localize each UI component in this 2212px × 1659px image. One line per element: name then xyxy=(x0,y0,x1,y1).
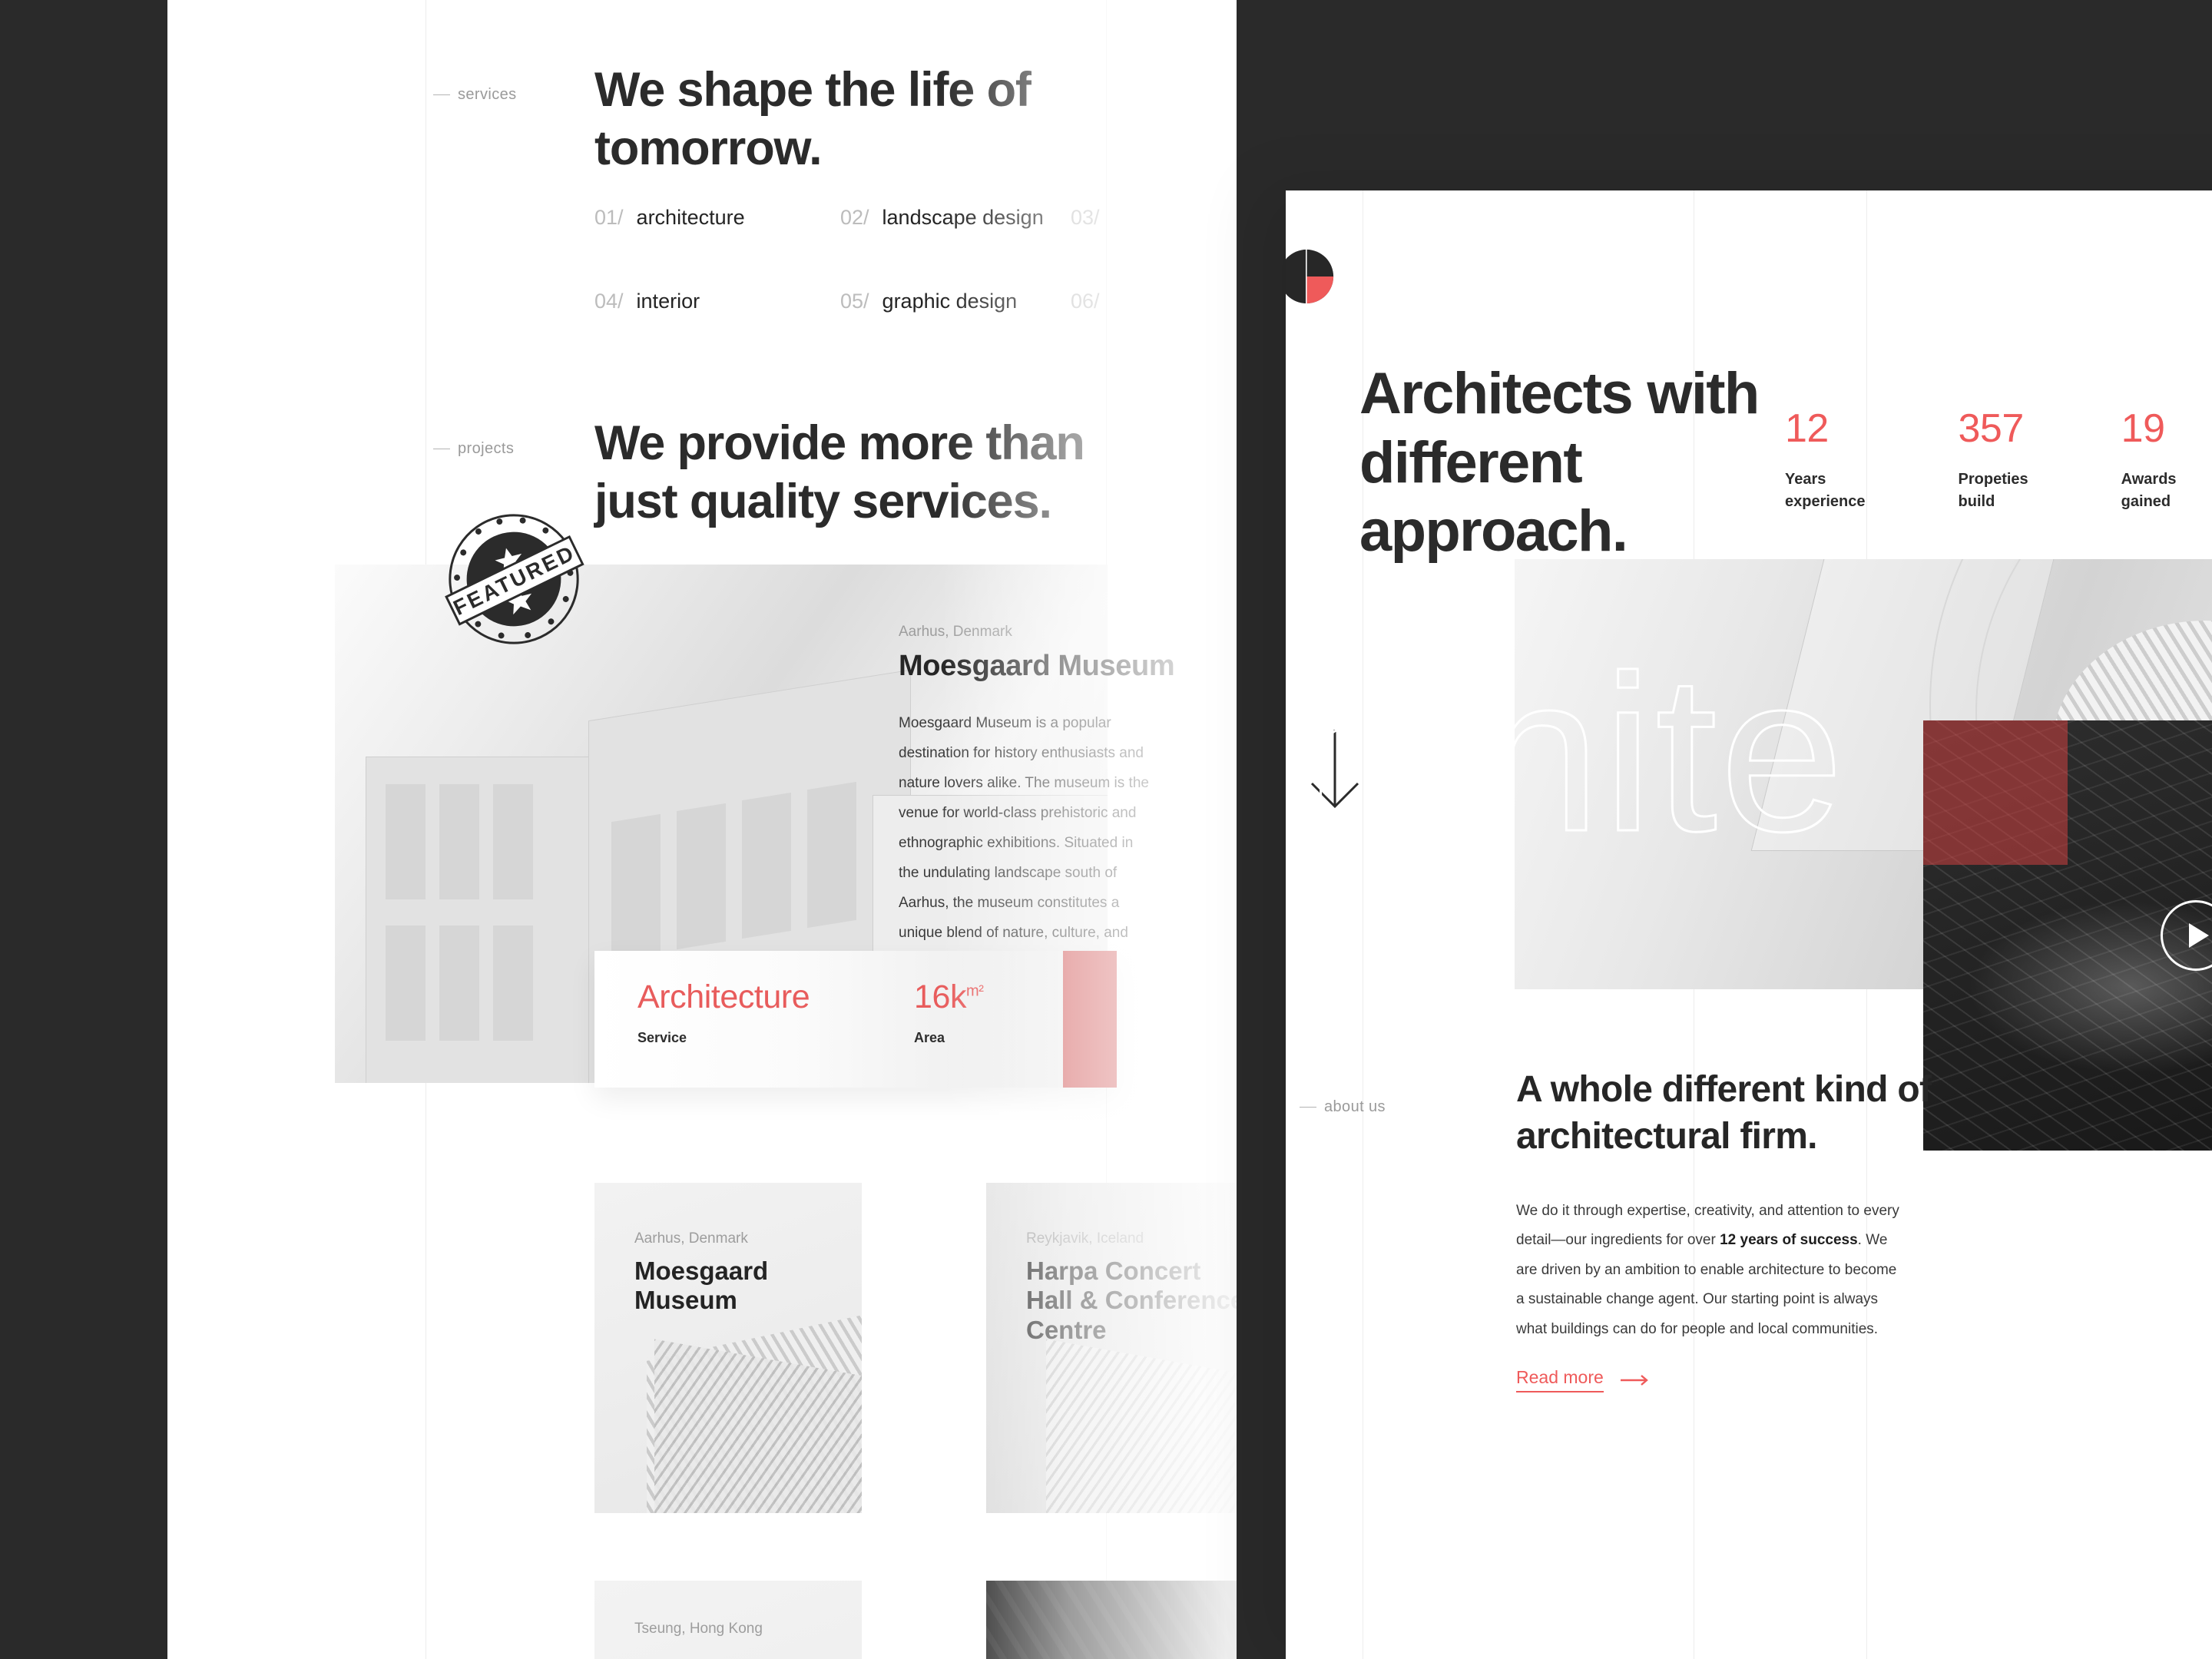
video-card[interactable] xyxy=(1923,720,2212,1151)
arrow-right-icon xyxy=(1620,1374,1648,1386)
services-eyebrow-label: services xyxy=(458,86,517,103)
stat-label: Propeties build xyxy=(1958,471,2028,510)
about-eyebrow-label: about us xyxy=(1324,1098,1386,1115)
service-item[interactable]: 06/ xyxy=(1071,290,1232,313)
stat-properties-build: 357 Propeties build xyxy=(1959,409,2028,513)
service-number: 02/ xyxy=(840,206,869,229)
scroll-down-arrow-icon[interactable] xyxy=(1306,728,1364,813)
service-item[interactable]: 01/ architecture xyxy=(594,206,840,230)
read-more-link[interactable]: Read more xyxy=(1516,1367,1651,1392)
service-number: 04/ xyxy=(594,290,624,313)
play-triangle-icon xyxy=(2188,923,2209,948)
project-card[interactable]: Aarhus, Denmark Moesgaard Museum xyxy=(594,1183,862,1513)
service-item[interactable]: 02/ landscape design xyxy=(840,206,1071,230)
about-heading: A whole different kind of architectural … xyxy=(1516,1069,1932,1157)
featured-project-body: Moesgaard Museum is a popular destinatio… xyxy=(899,715,1149,971)
dash-icon xyxy=(433,94,450,95)
featured-project-title: Moesgaard Museum xyxy=(899,650,1175,682)
service-item[interactable]: 05/ graphic design xyxy=(840,290,1071,313)
service-name: landscape design xyxy=(882,206,1044,229)
stat-value: 12 xyxy=(1785,406,1829,451)
stat-years-experience: 12 Years experience xyxy=(1785,409,1866,513)
service-item[interactable]: 03/ xyxy=(1071,206,1232,230)
project-card-location: Tseung, Hong Kong xyxy=(634,1621,763,1637)
service-item[interactable]: 04/ interior xyxy=(594,290,840,313)
project-card[interactable]: Tseung, Hong Kong xyxy=(594,1581,862,1659)
stat-label: Awards gained xyxy=(2121,471,2177,510)
reflex-logo-icon[interactable] xyxy=(1286,247,1336,306)
services-eyebrow: services xyxy=(433,86,517,104)
service-number: 05/ xyxy=(840,290,869,313)
stat-value: 19 xyxy=(2121,406,2165,451)
read-more-label: Read more xyxy=(1516,1367,1604,1392)
meta-service-label: Service xyxy=(637,1030,687,1045)
service-name: interior xyxy=(636,290,700,313)
service-name: graphic design xyxy=(882,290,1018,313)
stat-awards-gained: 19 Awards gained xyxy=(2121,409,2177,513)
service-number: 01/ xyxy=(594,206,624,229)
services-list: 01/ architecture 02/ landscape design 03… xyxy=(594,206,1232,313)
about-text-highlight: 12 years of success xyxy=(1720,1232,1858,1249)
project-card-location: Aarhus, Denmark xyxy=(634,1230,748,1247)
project-card[interactable]: Reykjavik, Iceland Harpa Concert Hall & … xyxy=(986,1183,1237,1513)
dash-icon xyxy=(1300,1107,1316,1108)
about-eyebrow: about us xyxy=(1300,1098,1386,1116)
video-accent-tint xyxy=(1923,720,2068,865)
project-card-title: Moesgaard Museum xyxy=(634,1257,769,1315)
meta-accent-block xyxy=(1063,951,1117,1088)
meta-service-value: Architecture xyxy=(637,979,810,1015)
service-name: architecture xyxy=(636,206,745,229)
project-card-title: Harpa Concert Hall & Conference Centre xyxy=(1026,1257,1237,1344)
project-card[interactable] xyxy=(986,1581,1237,1659)
project-meta-card: Architecture Service 16km² Area xyxy=(594,951,1117,1088)
featured-project-text: Aarhus, Denmark Moesgaard Museum Moesgaa… xyxy=(899,624,1175,978)
meta-area-value: 16k xyxy=(914,979,967,1015)
canvas: services We shape the life of tomorrow. … xyxy=(0,0,2212,1659)
about-paragraph: We do it through expertise, creativity, … xyxy=(1516,1197,1900,1344)
facade-pattern xyxy=(1046,1339,1237,1513)
projects-heading: We provide more than just quality servic… xyxy=(594,416,1085,528)
stat-label: Years experience xyxy=(1785,471,1866,510)
stats-group: 12 Years experience 357 Propeties build … xyxy=(1785,409,2177,513)
featured-project-location: Aarhus, Denmark xyxy=(899,624,1012,640)
meta-area-label: Area xyxy=(914,1030,945,1045)
about-us-sheet: About Us Services Projects Awards Archit… xyxy=(1286,190,2212,1659)
projects-eyebrow-label: projects xyxy=(458,440,515,457)
service-number: 03/ xyxy=(1071,206,1100,229)
hero-heading: Architects with different approach. xyxy=(1359,361,1760,565)
service-number: 06/ xyxy=(1071,290,1100,313)
projects-eyebrow: projects xyxy=(433,440,514,458)
dark-pattern xyxy=(986,1581,1237,1659)
services-heading: We shape the life of tomorrow. xyxy=(594,63,1031,175)
stat-value: 357 xyxy=(1958,406,2025,451)
services-projects-sheet: services We shape the life of tomorrow. … xyxy=(167,0,1237,1659)
project-card-location: Reykjavik, Iceland xyxy=(1026,1230,1144,1247)
meta-area-unit: m² xyxy=(966,982,984,1000)
